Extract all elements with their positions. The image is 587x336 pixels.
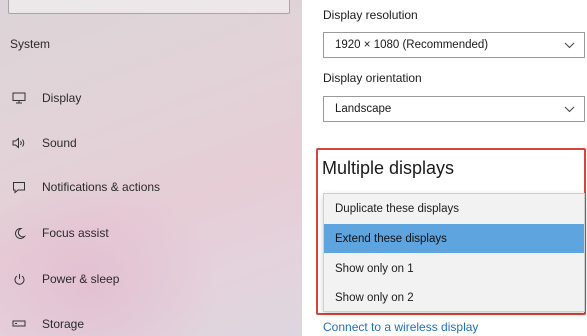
speaker-icon xyxy=(11,135,27,151)
display-orientation-label: Display orientation xyxy=(323,71,422,85)
select-value: 1920 × 1080 (Recommended) xyxy=(335,39,489,51)
display-orientation-select[interactable]: Landscape xyxy=(323,96,585,122)
display-resolution-select[interactable]: 1920 × 1080 (Recommended) xyxy=(323,32,585,58)
dropdown-option-show-only-1[interactable]: Show only on 1 xyxy=(324,254,584,283)
connect-wireless-display-link[interactable]: Connect to a wireless display xyxy=(323,320,478,334)
multiple-displays-dropdown[interactable]: Duplicate these displays Extend these di… xyxy=(323,193,585,312)
sidebar-item-label: Storage xyxy=(42,317,85,331)
sidebar-item-power-sleep[interactable]: Power & sleep xyxy=(0,264,302,294)
message-icon xyxy=(11,179,27,195)
moon-icon xyxy=(11,225,27,241)
multiple-displays-title: Multiple displays xyxy=(322,158,455,178)
storage-icon xyxy=(11,316,27,332)
search-input[interactable] xyxy=(8,0,290,14)
chevron-down-icon xyxy=(564,40,575,52)
sidebar-item-label: Power & sleep xyxy=(42,272,120,286)
dropdown-option-show-only-2[interactable]: Show only on 2 xyxy=(324,283,584,312)
sidebar-item-sound[interactable]: Sound xyxy=(0,128,302,158)
settings-sidebar: System Display Sound Notifications & act… xyxy=(0,0,302,336)
sidebar-item-focus-assist[interactable]: Focus assist xyxy=(0,218,302,248)
sidebar-item-label: Focus assist xyxy=(42,226,109,240)
monitor-icon xyxy=(11,90,27,106)
sidebar-item-label: Notifications & actions xyxy=(42,180,161,194)
sidebar-item-display[interactable]: Display xyxy=(0,83,302,113)
power-icon xyxy=(11,271,27,287)
select-value: Landscape xyxy=(335,103,392,115)
sidebar-item-storage[interactable]: Storage xyxy=(0,309,302,336)
sidebar-item-label: Display xyxy=(42,91,82,105)
dropdown-option-extend[interactable]: Extend these displays xyxy=(324,224,584,253)
sidebar-item-label: Sound xyxy=(42,136,77,150)
sidebar-section-title: System xyxy=(10,37,51,51)
chevron-down-icon xyxy=(564,104,575,116)
main-panel: Display resolution 1920 × 1080 (Recommen… xyxy=(302,0,587,336)
sidebar-item-notifications[interactable]: Notifications & actions xyxy=(0,172,302,202)
dropdown-option-duplicate[interactable]: Duplicate these displays xyxy=(324,194,584,223)
display-resolution-label: Display resolution xyxy=(323,8,418,22)
